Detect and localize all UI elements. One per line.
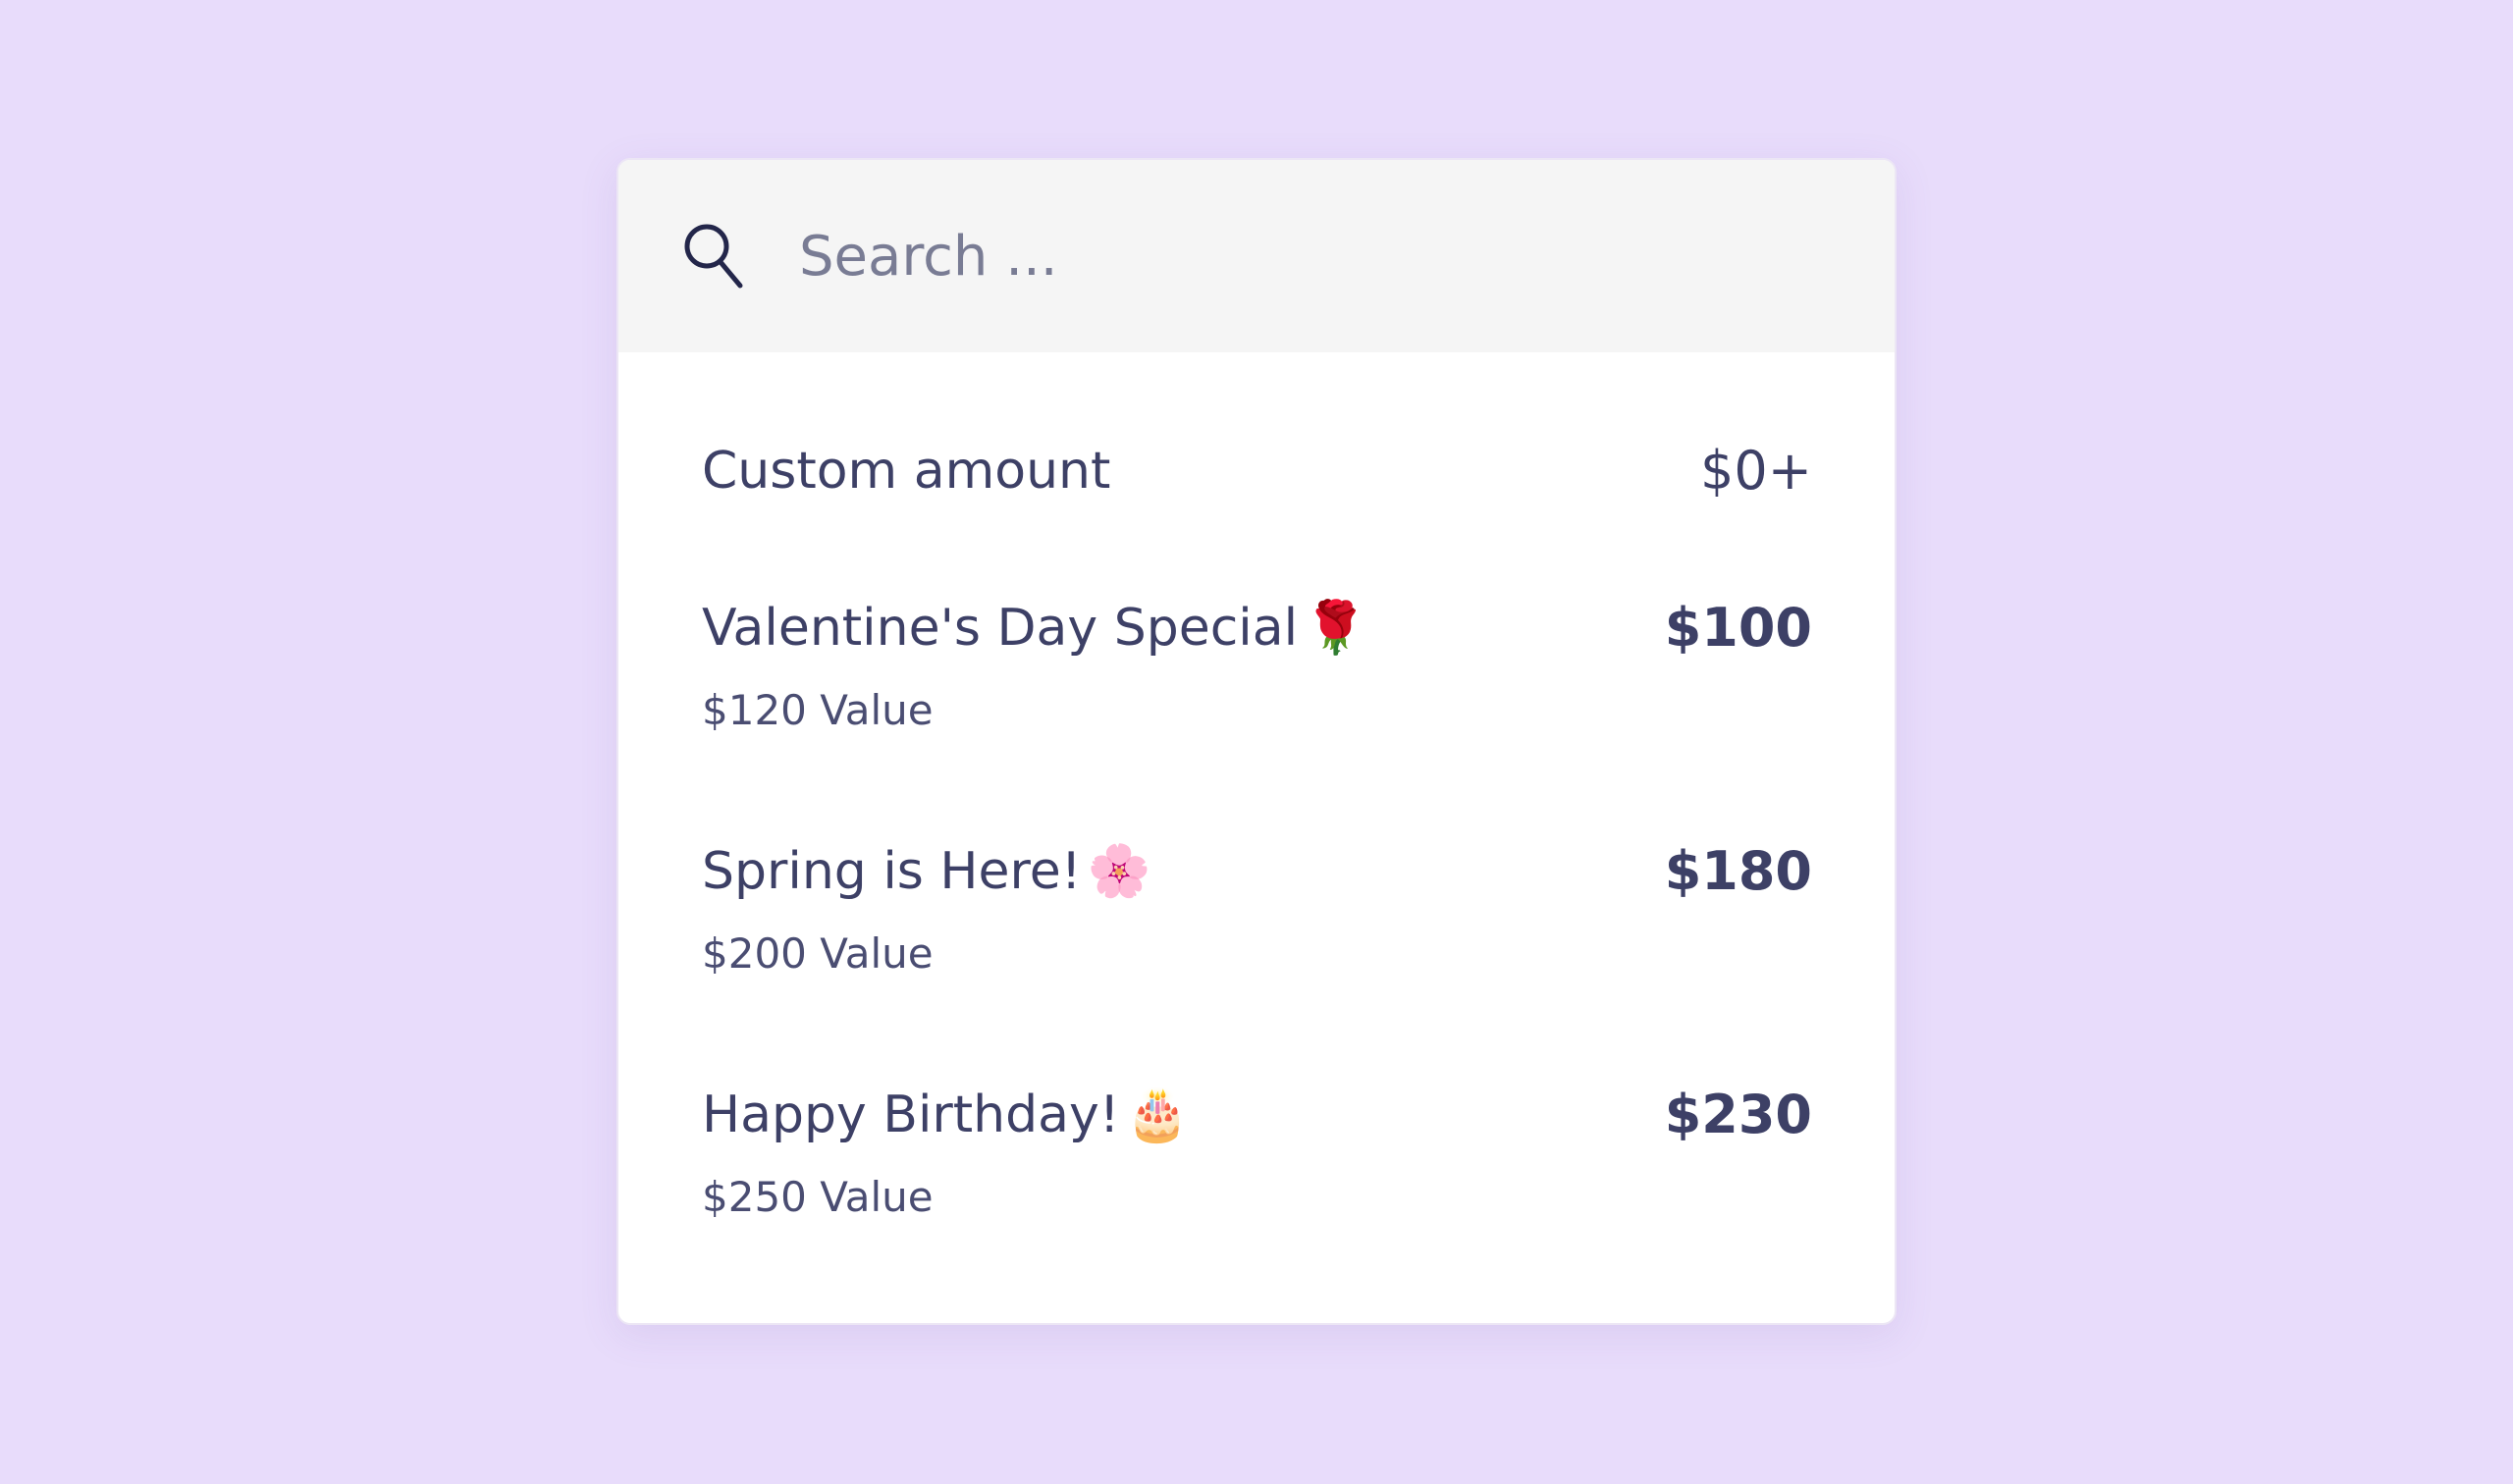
item-price: $180	[1664, 840, 1812, 902]
list-item-valentines-special[interactable]: Valentine's Day Special 🌹 $100 $120 Value	[618, 564, 1895, 808]
item-name-row: Valentine's Day Special 🌹	[702, 596, 1367, 661]
list-item-happy-birthday[interactable]: Happy Birthday! 🎂 $230 $250 Value	[618, 1051, 1895, 1295]
product-list: Custom amount $0+ Valentine's Day Specia…	[618, 352, 1895, 1295]
item-value: $200 Value	[702, 929, 934, 978]
search-bar[interactable]	[618, 160, 1895, 352]
search-input[interactable]	[799, 207, 1895, 305]
product-picker-card: Custom amount $0+ Valentine's Day Specia…	[616, 158, 1897, 1325]
list-item-spring-is-here[interactable]: Spring is Here! 🌸 $180 $200 Value	[618, 808, 1895, 1051]
item-price: $230	[1664, 1084, 1812, 1145]
item-name-row: Spring is Here! 🌸	[702, 839, 1150, 904]
search-icon	[681, 221, 748, 292]
item-name: Spring is Here!	[702, 842, 1082, 901]
item-price: $100	[1664, 597, 1812, 659]
item-name: Valentine's Day Special	[702, 599, 1299, 658]
list-item-custom-amount[interactable]: Custom amount $0+	[618, 407, 1895, 564]
item-value: $250 Value	[702, 1173, 934, 1221]
item-name: Happy Birthday!	[702, 1086, 1120, 1144]
birthday-cake-icon: 🎂	[1125, 1086, 1190, 1144]
item-name-row: Happy Birthday! 🎂	[702, 1083, 1189, 1147]
item-value: $120 Value	[702, 686, 934, 734]
item-name: Custom amount	[702, 442, 1111, 501]
item-price: $0+	[1700, 440, 1812, 502]
cherry-blossom-icon: 🌸	[1087, 842, 1151, 901]
rose-icon: 🌹	[1304, 599, 1367, 658]
